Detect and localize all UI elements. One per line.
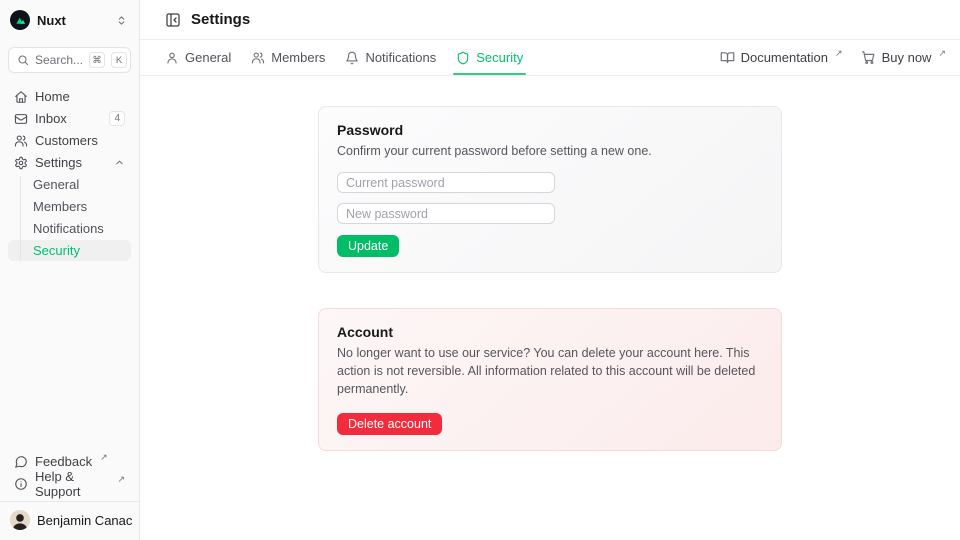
book-open-icon bbox=[720, 50, 735, 65]
shield-icon bbox=[456, 51, 470, 65]
user-menu[interactable]: Benjamin Canac bbox=[8, 502, 131, 532]
kbd-k: K bbox=[111, 52, 127, 68]
sidebar-item-label: Inbox bbox=[35, 111, 67, 126]
sidebar-item-members[interactable]: Members bbox=[8, 196, 131, 217]
inbox-count-badge: 4 bbox=[109, 111, 125, 126]
sidebar-item-label: Feedback bbox=[35, 454, 92, 469]
shopping-cart-icon bbox=[861, 50, 876, 65]
info-circle-icon bbox=[14, 477, 28, 491]
tab-general[interactable]: General bbox=[165, 40, 231, 75]
delete-account-button[interactable]: Delete account bbox=[337, 413, 442, 435]
sidebar-item-label: Members bbox=[33, 199, 87, 214]
panel-left-close-icon bbox=[165, 12, 181, 28]
search-input[interactable]: Search... ⌘ K bbox=[8, 47, 131, 73]
bell-icon bbox=[345, 51, 359, 65]
sidebar-item-label: Home bbox=[35, 89, 70, 104]
tab-label: Notifications bbox=[365, 50, 436, 65]
tab-notifications[interactable]: Notifications bbox=[345, 40, 436, 75]
tab-label: Security bbox=[476, 50, 523, 65]
workspace-switcher[interactable]: Nuxt bbox=[8, 8, 131, 32]
external-link-arrow: ↗ bbox=[938, 48, 946, 59]
sidebar-item-customers[interactable]: Customers bbox=[8, 130, 131, 151]
sidebar-spacer bbox=[8, 262, 131, 451]
chevron-up-icon bbox=[114, 157, 125, 168]
main-area: Settings General Members Notifications bbox=[140, 0, 960, 540]
sidebar-item-label: Help & Support bbox=[35, 469, 109, 499]
external-link-arrow: ↗ bbox=[100, 452, 108, 463]
password-card-title: Password bbox=[337, 122, 763, 138]
account-card: Account No longer want to use our servic… bbox=[318, 308, 782, 451]
password-card-description: Confirm your current password before set… bbox=[337, 142, 763, 160]
sidebar-item-help-support[interactable]: Help & Support↗ bbox=[8, 473, 131, 494]
tabs: General Members Notifications Security bbox=[165, 40, 523, 75]
account-card-description: No longer want to use our service? You c… bbox=[337, 344, 763, 398]
workspace-name: Nuxt bbox=[37, 13, 109, 28]
update-button[interactable]: Update bbox=[337, 235, 399, 257]
account-card-title: Account bbox=[337, 324, 763, 340]
kbd-meta: ⌘ bbox=[89, 52, 105, 68]
documentation-link[interactable]: Documentation ↗ bbox=[720, 50, 843, 65]
tab-bar: General Members Notifications Security bbox=[140, 40, 960, 76]
sidebar-item-security[interactable]: Security bbox=[8, 240, 131, 261]
tab-label: Members bbox=[271, 50, 325, 65]
external-link-arrow: ↗ bbox=[117, 474, 125, 485]
user-icon bbox=[165, 51, 179, 65]
tab-security[interactable]: Security bbox=[456, 40, 523, 75]
action-label: Documentation bbox=[741, 50, 828, 65]
tab-members[interactable]: Members bbox=[251, 40, 325, 75]
sidebar-item-label: General bbox=[33, 177, 79, 192]
home-icon bbox=[14, 90, 28, 104]
chevrons-up-down-icon bbox=[116, 15, 127, 26]
users-icon bbox=[14, 134, 28, 148]
sidebar-item-notifications[interactable]: Notifications bbox=[8, 218, 131, 239]
sidebar-item-settings[interactable]: Settings bbox=[8, 152, 131, 173]
action-label: Buy now bbox=[882, 50, 932, 65]
sidebar-item-home[interactable]: Home bbox=[8, 86, 131, 107]
sidebar-nav: Home Inbox 4 Customers Settings bbox=[8, 86, 131, 262]
external-link-arrow: ↗ bbox=[835, 48, 843, 59]
password-form: Update bbox=[337, 172, 763, 257]
sidebar-collapse-button[interactable] bbox=[165, 12, 181, 28]
content-area: Password Confirm your current password b… bbox=[140, 76, 960, 540]
gear-icon bbox=[14, 156, 28, 170]
sidebar: Nuxt Search... ⌘ K Home Inbox 4 bbox=[0, 0, 140, 540]
current-password-field[interactable] bbox=[337, 172, 555, 193]
password-card: Password Confirm your current password b… bbox=[318, 106, 782, 273]
inbox-icon bbox=[14, 112, 28, 126]
sidebar-item-label: Notifications bbox=[33, 221, 104, 236]
sidebar-item-label: Security bbox=[33, 243, 80, 258]
search-icon bbox=[17, 54, 29, 66]
sidebar-item-inbox[interactable]: Inbox 4 bbox=[8, 108, 131, 129]
message-bubble-icon bbox=[14, 455, 28, 469]
sidebar-item-general[interactable]: General bbox=[8, 174, 131, 195]
users-icon bbox=[251, 51, 265, 65]
sidebar-item-label: Customers bbox=[35, 133, 98, 148]
avatar bbox=[10, 510, 30, 530]
page-header: Settings bbox=[140, 0, 960, 40]
search-placeholder: Search... bbox=[35, 53, 83, 67]
buy-now-link[interactable]: Buy now ↗ bbox=[861, 50, 946, 65]
page-title: Settings bbox=[191, 11, 250, 28]
new-password-field[interactable] bbox=[337, 203, 555, 224]
sidebar-item-label: Settings bbox=[35, 155, 82, 170]
settings-sub-list: General Members Notifications Security bbox=[8, 174, 131, 262]
tab-label: General bbox=[185, 50, 231, 65]
tab-actions: Documentation ↗ Buy now ↗ bbox=[720, 50, 946, 65]
nuxt-logo-icon bbox=[10, 10, 30, 30]
user-name: Benjamin Canac bbox=[37, 513, 132, 528]
